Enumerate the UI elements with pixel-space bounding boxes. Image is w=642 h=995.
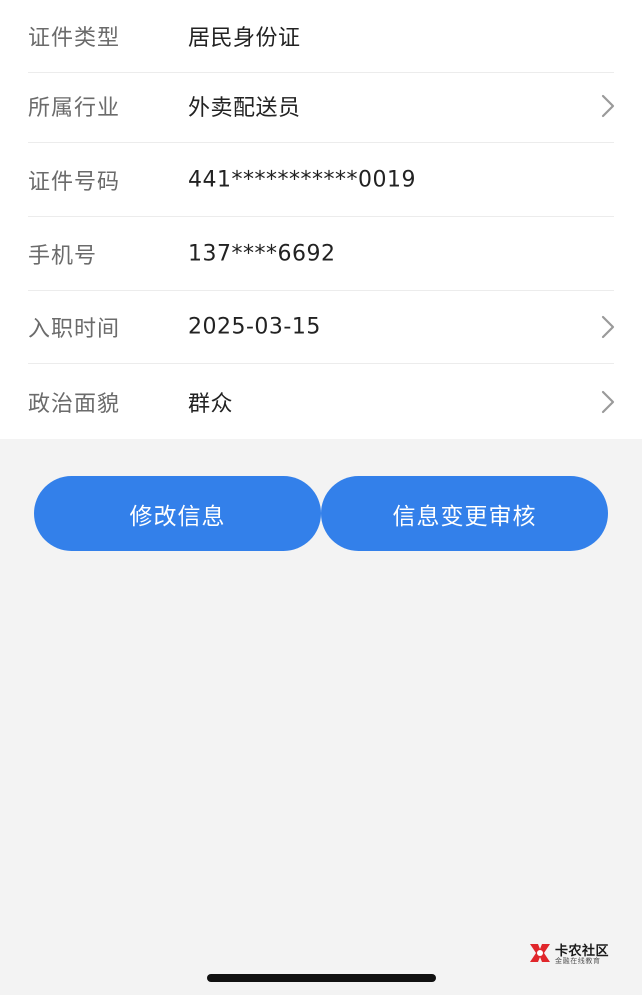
row-id-type: 证件类型 居民身份证 [28,0,614,73]
industry-value: 外卖配送员 [188,96,301,121]
chevron-right-icon[interactable] [600,93,616,119]
row-phone: 手机号 137****6692 [28,218,614,291]
row-hire-date[interactable]: 入职时间 2025-03-15 [28,291,616,364]
row-political-status[interactable]: 政治面貌 群众 [28,365,616,438]
id-type-label: 证件类型 [28,26,121,51]
phone-label: 手机号 [28,244,98,269]
info-card: 证件类型 居民身份证 所属行业 外卖配送员 证件号码 441**********… [0,0,642,439]
home-indicator[interactable] [207,974,436,982]
political-status-value: 群众 [188,391,234,417]
political-status-label: 政治面貌 [28,391,121,417]
hire-date-value: 2025-03-15 [188,314,321,340]
industry-label: 所属行业 [28,96,121,121]
edit-info-button[interactable]: 修改信息 [34,476,321,551]
id-number-value: 441***********0019 [188,167,416,193]
hire-date-label: 入职时间 [28,317,121,342]
row-industry[interactable]: 所属行业 外卖配送员 [28,70,616,143]
id-number-label: 证件号码 [28,170,121,195]
info-change-review-button[interactable]: 信息变更审核 [321,476,608,551]
row-id-number: 证件号码 441***********0019 [28,144,614,217]
kanong-logo-icon [530,944,550,962]
watermark-subtitle: 金融在线教育 [555,957,601,965]
page: 证件类型 居民身份证 所属行业 外卖配送员 证件号码 441**********… [0,0,642,995]
id-type-value: 居民身份证 [188,26,301,51]
chevron-right-icon[interactable] [600,314,616,340]
phone-value: 137****6692 [188,241,336,267]
chevron-right-icon[interactable] [600,389,616,415]
watermark: 卡农社区 金融在线教育 [528,940,609,968]
